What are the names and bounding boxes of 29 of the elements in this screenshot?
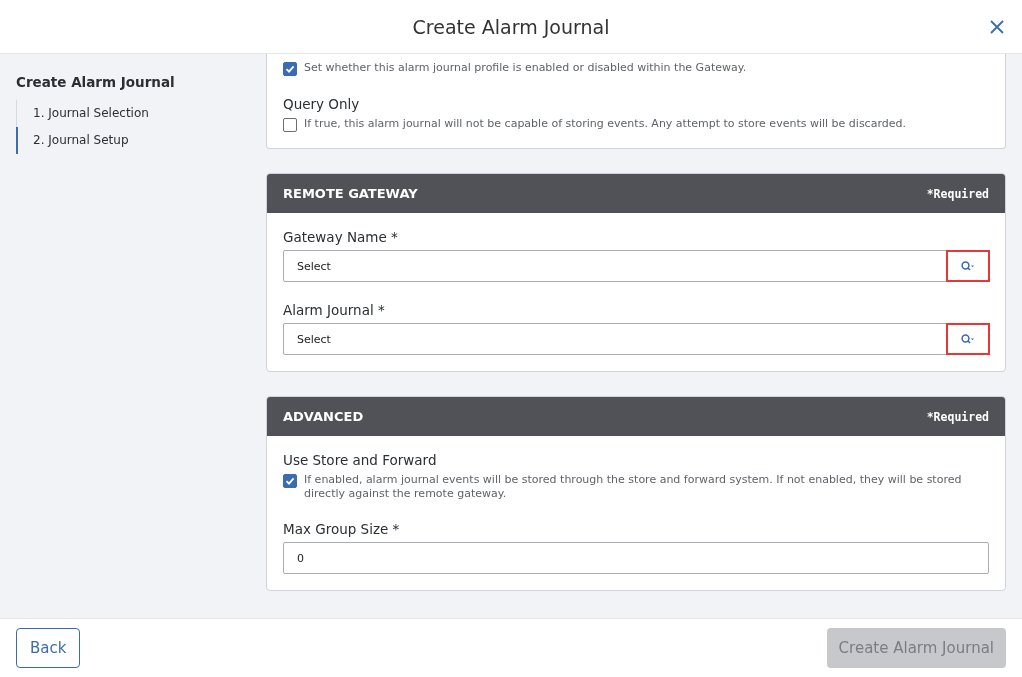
field-description: Set whether this alarm journal profile is enabled or disabled within the Gateway. <box>304 61 747 75</box>
select-field[interactable]: Select <box>283 323 989 355</box>
step-item[interactable]: 1. Journal Selection <box>16 100 250 127</box>
search-icon <box>961 334 975 344</box>
field-label: Alarm Journal * <box>283 302 386 318</box>
field-label: Max Group Size * <box>283 521 401 537</box>
checkbox[interactable] <box>283 474 297 488</box>
field-description: If true, this alarm journal will not be capable of storing events. Any attempt to store events will be discarded. <box>304 117 906 131</box>
checkbox[interactable] <box>283 62 297 76</box>
field-label: Gateway Name * <box>283 229 399 245</box>
close-button[interactable] <box>990 20 1004 34</box>
step-item[interactable]: 2. Journal Setup <box>16 127 250 154</box>
back-button[interactable]: Back <box>16 628 81 668</box>
required-note: *Required <box>926 409 989 424</box>
required-note: *Required <box>926 186 989 201</box>
field-label: Query Only <box>283 96 361 112</box>
section-title: ADVANCED <box>283 409 364 424</box>
sidebar-title: Create Alarm Journal <box>16 74 176 90</box>
close-icon <box>990 20 1004 34</box>
field-label: Use Store and Forward <box>283 452 438 468</box>
field-description: If enabled, alarm journal events will be stored through the store and forward system. If not enabled, they will be stored directly against the remote gateway. <box>304 473 963 501</box>
search-icon <box>961 261 975 271</box>
checkbox[interactable] <box>283 118 297 132</box>
lookup-button[interactable] <box>946 323 990 355</box>
select-field[interactable]: Select <box>283 250 989 282</box>
section-title: REMOTE GATEWAY <box>283 186 418 201</box>
lookup-button[interactable] <box>946 250 990 282</box>
number-field[interactable]: 0 <box>283 542 989 574</box>
dialog-title: Create Alarm Journal <box>412 15 610 38</box>
